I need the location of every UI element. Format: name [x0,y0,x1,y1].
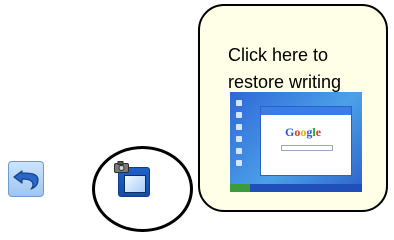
desktop-icon [236,160,242,166]
undo-button[interactable] [8,161,44,197]
browser-window: Google [260,106,352,176]
desktop-icon [236,136,242,142]
logo-letter: e [315,125,322,139]
tooltip-text: Click here to restore writing [228,45,342,92]
logo-letter: G [285,125,295,139]
camera-icon [114,161,129,173]
start-button [230,184,250,192]
undo-arrow-icon [13,170,39,190]
screen-icon [124,175,146,193]
tooltip: Click here to restore writing Google [198,4,388,212]
desktop-icon [236,148,242,154]
desktop-icon [236,112,242,118]
google-logo: Google [285,125,321,140]
restore-writing-button[interactable] [114,161,152,199]
screenshot-thumbnail: Google [230,92,362,192]
search-box [281,145,333,151]
window-titlebar [261,107,351,115]
desktop-icon [236,100,242,106]
desktop-icon [236,124,242,130]
